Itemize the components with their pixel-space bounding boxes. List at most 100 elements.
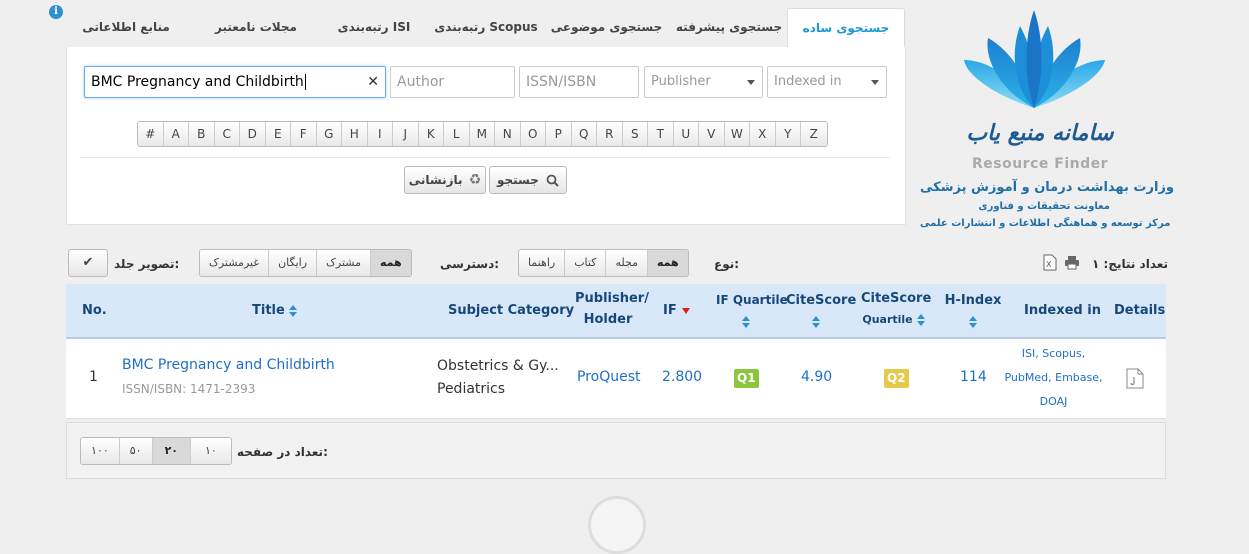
- letter-button[interactable]: P: [546, 122, 572, 146]
- sort-icon: [288, 304, 298, 317]
- clear-icon[interactable]: ✕: [367, 67, 379, 97]
- issn-input[interactable]: ISSN/ISBN: [519, 66, 639, 98]
- page-size-20[interactable]: ۲۰: [152, 438, 191, 464]
- search-input[interactable]: BMC Pregnancy and Childbirth ✕: [84, 66, 386, 98]
- indexed-in-line-3[interactable]: DOAJ: [1001, 395, 1106, 408]
- page-size-100[interactable]: ۱۰۰: [81, 438, 120, 464]
- publisher-link[interactable]: ProQuest: [577, 369, 641, 385]
- author-input[interactable]: Author: [390, 66, 515, 98]
- header-h-index[interactable]: H-Index: [944, 290, 1002, 332]
- print-icon[interactable]: [1064, 255, 1080, 270]
- letter-button[interactable]: D: [240, 122, 266, 146]
- header-details: Details: [1114, 303, 1166, 318]
- check-icon: ✔: [82, 255, 94, 270]
- header-if-label: IF: [663, 303, 677, 318]
- header-citescore-quartile[interactable]: CiteScore Quartile: [861, 288, 932, 330]
- access-option-free[interactable]: رایگان: [269, 250, 318, 276]
- lotus-logo-icon: [964, 10, 1105, 108]
- tab-information-sources[interactable]: منابع اطلاعاتی: [76, 8, 176, 48]
- document-details-icon[interactable]: [1126, 368, 1144, 389]
- indexed-in-line-2[interactable]: PubMed, Embase,: [1001, 371, 1106, 384]
- ministry-name: وزارت بهداشت درمان و آموزش پزشکی: [920, 180, 1174, 195]
- subject-category-1: Obstetrics & Gy...: [437, 358, 559, 374]
- publisher-select[interactable]: Publisher: [644, 66, 763, 98]
- letter-button[interactable]: M: [469, 122, 495, 146]
- search-query-text: BMC Pregnancy and Childbirth: [91, 74, 304, 90]
- tab-simple-search[interactable]: جستجوی ساده: [787, 8, 905, 48]
- indexed-in-select-value: Indexed in: [774, 74, 842, 89]
- search-button[interactable]: جستجو: [489, 166, 567, 194]
- cover-image-label: تصویر جلد:: [114, 257, 180, 271]
- sort-desc-icon: [681, 307, 690, 314]
- letter-button[interactable]: N: [495, 122, 521, 146]
- reset-button[interactable]: بازنشانی ♻: [404, 166, 486, 194]
- header-no: No.: [82, 303, 107, 318]
- tab-invalid-journals[interactable]: مجلات نامعتبر: [196, 8, 316, 48]
- letter-button[interactable]: W: [724, 122, 750, 146]
- letter-button[interactable]: G: [316, 122, 342, 146]
- access-option-subscribed[interactable]: مشترک: [317, 250, 371, 276]
- tab-subject-search[interactable]: جستجوی موضوعی: [544, 8, 669, 48]
- letter-button[interactable]: S: [622, 122, 648, 146]
- letter-button[interactable]: V: [699, 122, 725, 146]
- results-count: تعداد نتایج: ۱: [1092, 257, 1169, 271]
- brand-title-en: Resource Finder: [971, 156, 1108, 172]
- letter-button[interactable]: U: [673, 122, 699, 146]
- type-filter-group: راهنما کتاب مجله همه: [518, 249, 689, 277]
- header-impact-factor[interactable]: IF: [663, 300, 690, 321]
- row-number: 1: [89, 369, 98, 385]
- subject-category-2: Pediatrics: [437, 381, 506, 397]
- letter-button[interactable]: R: [597, 122, 623, 146]
- letter-button[interactable]: B: [189, 122, 215, 146]
- page-size-10[interactable]: ۱۰: [191, 438, 231, 464]
- tab-advanced-search[interactable]: جستجوی پیشرفته: [671, 8, 787, 48]
- letter-button[interactable]: T: [648, 122, 674, 146]
- letter-button[interactable]: I: [367, 122, 393, 146]
- header-citescore[interactable]: CiteScore: [786, 290, 856, 332]
- letter-button[interactable]: A: [163, 122, 189, 146]
- svg-text:X: X: [1046, 260, 1052, 269]
- journal-issn: ISSN/ISBN: 1471-2393: [122, 382, 256, 396]
- h-index-value: 114: [960, 369, 987, 385]
- letter-button[interactable]: F: [291, 122, 317, 146]
- letter-button[interactable]: Y: [775, 122, 801, 146]
- access-option-all[interactable]: همه: [370, 250, 411, 276]
- letter-button[interactable]: H: [342, 122, 368, 146]
- type-label: نوع:: [714, 257, 740, 271]
- letter-button[interactable]: C: [214, 122, 240, 146]
- header-if-quartile[interactable]: IF Quartile: [716, 290, 788, 332]
- brand-title-fa: سامانه منبع یاب: [966, 120, 1114, 146]
- divider: [80, 157, 890, 158]
- letter-button[interactable]: E: [265, 122, 291, 146]
- indexed-in-select[interactable]: Indexed in: [767, 66, 887, 98]
- type-option-journal[interactable]: مجله: [606, 250, 649, 276]
- type-option-all[interactable]: همه: [648, 250, 688, 276]
- cover-image-toggle[interactable]: ✔: [68, 249, 108, 277]
- access-option-non-subscribed[interactable]: غیرمشترک: [200, 250, 270, 276]
- letter-button[interactable]: #: [138, 122, 164, 146]
- page-size-50[interactable]: ۵۰: [119, 438, 153, 464]
- indexed-in-line-1[interactable]: ISI, Scopus,: [1001, 347, 1106, 360]
- letter-button[interactable]: L: [444, 122, 470, 146]
- impact-factor-value: 2.800: [662, 369, 703, 385]
- header-publisher[interactable]: Publisher/ Holder: [575, 288, 649, 330]
- type-option-guide[interactable]: راهنما: [519, 250, 566, 276]
- letter-button[interactable]: Q: [571, 122, 597, 146]
- scroll-top-button[interactable]: [588, 496, 646, 554]
- letter-button[interactable]: Z: [801, 122, 827, 146]
- header-title[interactable]: Title: [252, 300, 298, 321]
- letter-button[interactable]: J: [393, 122, 419, 146]
- letter-button[interactable]: K: [418, 122, 444, 146]
- letter-button[interactable]: O: [520, 122, 546, 146]
- tab-isi-ranking[interactable]: رتبه‌بندی ISI: [319, 8, 429, 48]
- tab-scopus-ranking[interactable]: رتبه‌بندی Scopus: [431, 8, 541, 48]
- type-option-book[interactable]: کتاب: [565, 250, 607, 276]
- excel-export-icon[interactable]: X: [1043, 254, 1057, 271]
- journal-title-link[interactable]: BMC Pregnancy and Childbirth: [122, 357, 335, 373]
- citescore-value: 4.90: [801, 369, 833, 385]
- header-cs-quartile-line2: Quartile: [862, 313, 913, 326]
- header-cs-quartile-line1: CiteScore: [861, 291, 932, 306]
- info-icon[interactable]: i: [49, 5, 63, 19]
- letter-button[interactable]: X: [750, 122, 776, 146]
- page-size-group: ۱۰۰ ۵۰ ۲۰ ۱۰: [80, 437, 232, 465]
